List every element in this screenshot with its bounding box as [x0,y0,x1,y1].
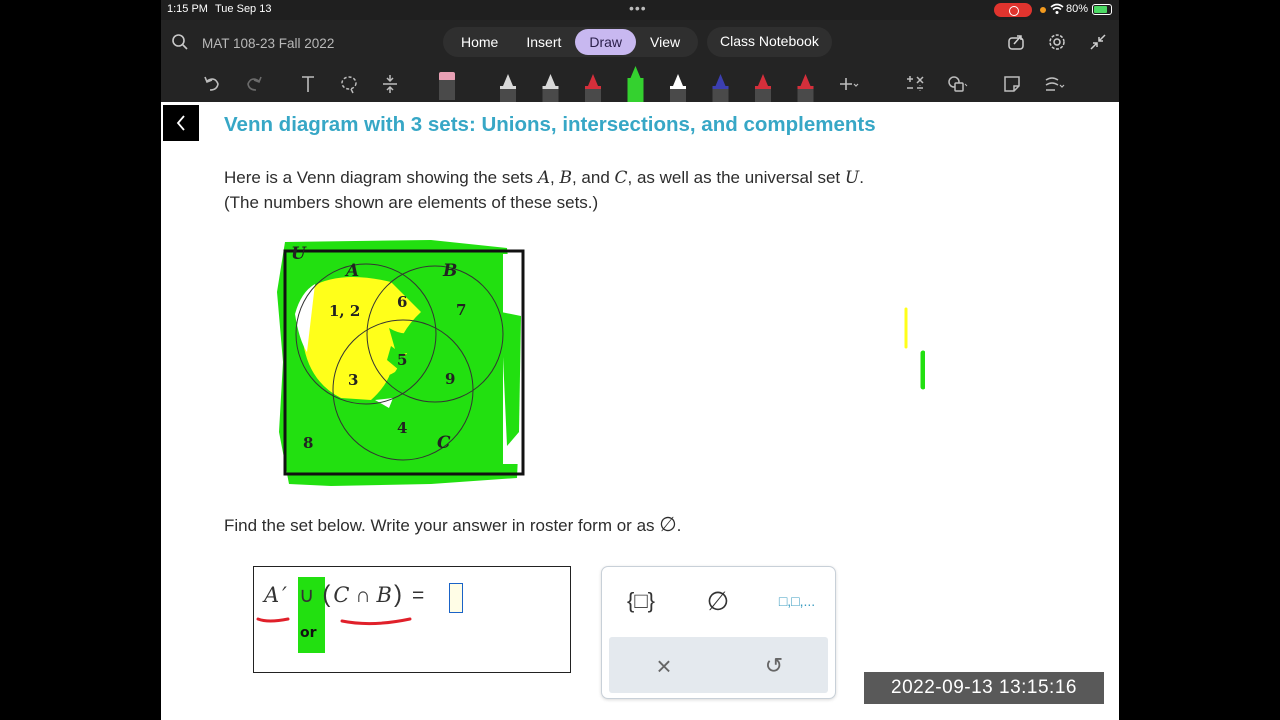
stray-ink-marks [904,307,925,390]
status-time: 1:15 PM [167,3,208,15]
pen-4[interactable] [627,66,644,102]
math-icon[interactable] [904,72,926,96]
clear-button[interactable]: × [649,651,679,681]
venn-label-b: B [442,261,457,281]
status-date: Tue Sep 13 [215,3,272,15]
region-outside: 8 [303,434,313,452]
venn-diagram: U A B C 1, 2 6 7 5 3 9 4 8 [277,240,525,486]
undo-button[interactable]: ↺ [759,651,789,681]
svg-text:or: or [300,625,317,641]
set-a-label: A [537,168,551,188]
pen-palette[interactable] [486,66,816,102]
pen-8[interactable] [797,74,814,102]
pen-7[interactable] [755,74,771,102]
set-expression: A ′ ∪(C ∩ B) = [264,581,425,608]
shapes-icon[interactable] [946,72,968,96]
empty-set-button[interactable]: ∅ [693,583,743,619]
recording-timestamp: 2022-09-13 13:15:16 [864,672,1104,704]
venn-label-c: C [437,433,451,453]
search-icon[interactable] [171,33,189,51]
battery-percent: 80% [1066,3,1089,15]
region-abc: 5 [397,351,407,369]
text-tool-icon[interactable] [297,72,319,96]
set-c-label: C [614,168,628,188]
status-bar: 1:15 PM Tue Sep 13 ••• 80% [161,0,1119,20]
intro-line-1: Here is a Venn diagram showing the sets … [224,168,864,188]
battery-icon [1092,4,1112,15]
region-a-only: 1, 2 [329,302,360,320]
screen-record-icon[interactable] [994,3,1032,17]
pen-1[interactable] [500,74,516,102]
tab-draw[interactable]: Draw [575,29,637,55]
add-space-icon[interactable] [379,72,401,96]
ink-to-text-icon[interactable] [1043,72,1065,96]
intro-line-2: (The numbers shown are elements of these… [224,193,599,212]
region-c-only: 4 [397,419,407,437]
answer-box: or A ′ ∪(C ∩ B) = [253,566,571,673]
gear-icon[interactable] [1047,32,1067,52]
lasso-icon[interactable] [338,72,360,96]
tab-insert[interactable]: Insert [512,29,575,55]
pen-2[interactable] [542,74,559,102]
eraser-icon[interactable] [437,70,457,100]
notebook-title[interactable]: MAT 108-23 Fall 2022 [202,36,334,51]
pen-3[interactable] [585,74,601,102]
tab-home[interactable]: Home [447,29,512,55]
empty-set-symbol: ∅ [659,514,677,536]
wifi-icon [1050,3,1064,14]
list-button[interactable]: □,□,... [764,583,830,619]
answer-input[interactable] [449,583,463,613]
back-button[interactable] [163,105,199,141]
pen-5[interactable] [670,74,686,102]
collapse-icon[interactable] [1088,32,1108,52]
keypad-actions: × ↺ [609,637,828,693]
redo-icon[interactable] [243,72,265,96]
add-pen-icon[interactable] [837,72,859,96]
region-ac: 3 [348,371,358,389]
set-u-label: U [844,168,860,188]
set-braces-button[interactable]: {□} [616,583,666,619]
undo-icon[interactable] [201,72,223,96]
share-icon[interactable] [1006,32,1026,52]
mic-indicator-icon [1040,7,1046,13]
sticky-note-icon[interactable] [1001,72,1023,96]
venn-label-a: A [344,261,359,281]
region-ab: 6 [397,293,407,311]
pen-6[interactable] [712,74,729,102]
region-bc: 9 [445,370,455,388]
ribbon-tabs: Home Insert Draw View [443,27,699,57]
math-keypad: {□} ∅ □,□,... × ↺ [601,566,836,699]
page-title: Venn diagram with 3 sets: Unions, inters… [224,113,876,136]
draw-tools-row [161,66,1119,102]
set-b-label: B [559,168,572,188]
multitask-dots[interactable]: ••• [629,0,647,16]
instruction-text: Find the set below. Write your answer in… [224,514,682,536]
tablet-screen: 1:15 PM Tue Sep 13 ••• 80% MAT 108-23 Fa… [161,0,1119,720]
app-toolbar: MAT 108-23 Fall 2022 Home Insert Draw Vi… [161,20,1119,102]
venn-label-u: U [291,244,307,264]
class-notebook-button[interactable]: Class Notebook [707,27,832,57]
tab-view[interactable]: View [636,29,694,55]
region-b-only: 7 [456,301,466,319]
